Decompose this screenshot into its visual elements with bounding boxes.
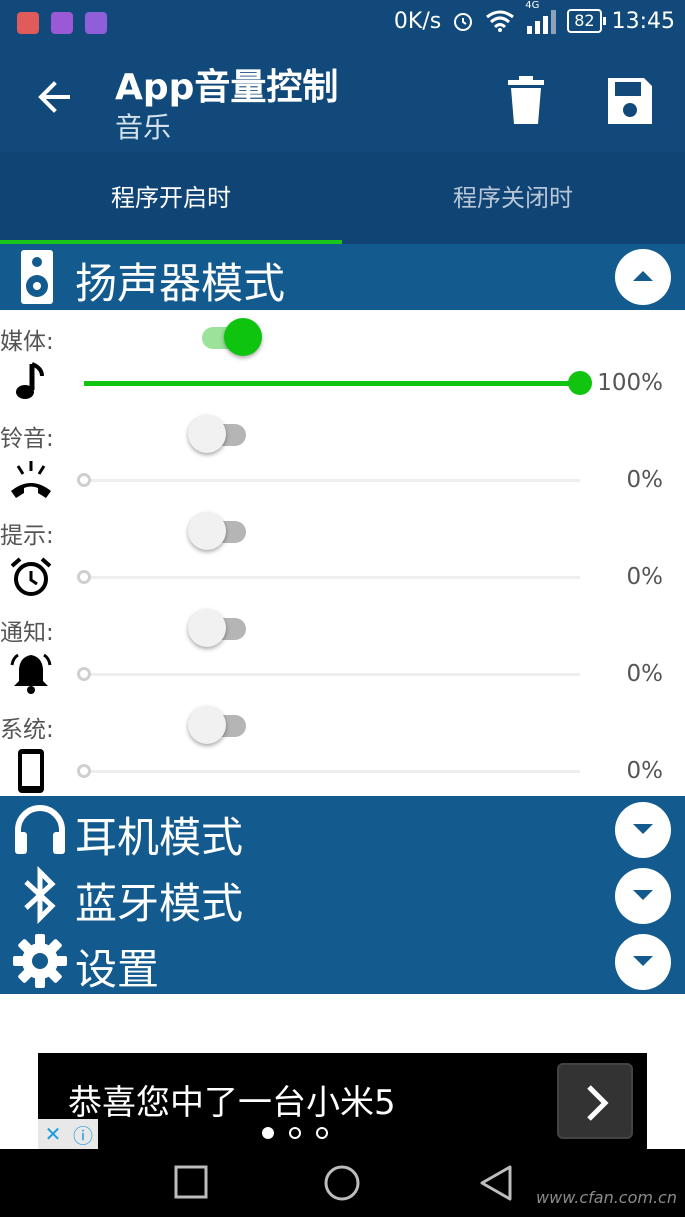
- network-type: 4G: [525, 0, 540, 11]
- section-title: 蓝牙模式: [75, 879, 244, 928]
- page-subtitle: 音乐: [115, 111, 172, 144]
- section-title: 设置: [75, 945, 160, 994]
- home-icon[interactable]: [322, 1163, 362, 1203]
- gallery-notification-icon: [51, 12, 73, 34]
- tab-program-close[interactable]: 程序关闭时: [342, 152, 684, 244]
- pager-dot: [262, 1127, 274, 1139]
- volume-slider[interactable]: [76, 371, 592, 395]
- recent-apps-icon[interactable]: [172, 1163, 212, 1203]
- volume-toggle[interactable]: [188, 510, 248, 550]
- back-arrow-icon[interactable]: [34, 74, 74, 120]
- tab-bar: 程序开启时 程序关闭时: [0, 152, 685, 244]
- chevron-right-icon: [587, 1085, 609, 1121]
- volume-percent: 100%: [597, 370, 663, 396]
- signal-icon: 4G: [525, 0, 557, 34]
- ad-pager: [262, 1127, 328, 1139]
- chevron-up-icon: [633, 271, 653, 281]
- bluetooth-icon: [24, 866, 56, 924]
- volume-row-label: 系统:: [0, 717, 54, 743]
- clock: 13:45: [611, 8, 675, 34]
- ringing-phone-icon: [8, 457, 54, 503]
- section-speaker-mode[interactable]: 扬声器模式: [0, 244, 685, 310]
- volume-percent: 0%: [626, 758, 664, 784]
- section-settings[interactable]: 设置: [0, 928, 685, 994]
- section-bluetooth-mode[interactable]: 蓝牙模式: [0, 862, 685, 928]
- ad-text: 恭喜您中了一台小米5: [68, 1083, 396, 1123]
- volume-toggle[interactable]: [188, 704, 248, 744]
- volume-row-label: 铃音:: [0, 426, 54, 452]
- ad-close-icon[interactable]: ✕: [38, 1119, 68, 1149]
- volume-percent: 0%: [626, 661, 664, 687]
- app-bar: App音量控制 音乐: [0, 46, 685, 152]
- network-speed: 0K/s: [393, 8, 442, 34]
- pager-dot: [289, 1127, 301, 1139]
- phone-device-icon: [8, 748, 54, 794]
- ad-banner[interactable]: 恭喜您中了一台小米5: [38, 1053, 647, 1149]
- volume-toggle[interactable]: [188, 413, 248, 453]
- headphones-icon: [15, 805, 65, 854]
- volume-toggle[interactable]: [188, 316, 262, 356]
- volume-toggle[interactable]: [188, 607, 248, 647]
- gear-icon: [13, 934, 67, 988]
- wifi-icon: [486, 10, 515, 32]
- section-headphone-mode[interactable]: 耳机模式: [0, 796, 685, 862]
- section-title: 耳机模式: [75, 813, 244, 862]
- volume-percent: 0%: [626, 564, 664, 590]
- back-nav-icon[interactable]: [476, 1163, 516, 1203]
- volume-row-label: 通知:: [0, 620, 54, 646]
- volume-percent: 0%: [626, 467, 664, 493]
- ad-badge[interactable]: ✕ ⓘ: [38, 1119, 98, 1149]
- music-note-icon: [8, 360, 54, 406]
- delete-icon[interactable]: [502, 74, 550, 126]
- bell-icon: [8, 651, 54, 697]
- ad-next-button[interactable]: [557, 1063, 633, 1139]
- section-title: 扬声器模式: [75, 259, 286, 308]
- volume-slider[interactable]: [76, 664, 586, 684]
- volume-slider[interactable]: [76, 470, 586, 490]
- volume-row-label: 提示:: [0, 523, 54, 549]
- chevron-down-icon: [633, 956, 653, 966]
- save-icon[interactable]: [606, 74, 654, 126]
- chevron-down-icon: [633, 890, 653, 900]
- missed-call-notification-icon: [17, 12, 39, 34]
- navigation-bar: www.cfan.com.cn: [0, 1149, 685, 1217]
- expand-button[interactable]: [615, 868, 671, 924]
- alarm-clock-icon: [8, 554, 54, 600]
- keyboard-notification-icon: [85, 12, 107, 34]
- collapsed-sections: 耳机模式 蓝牙模式 设置: [0, 796, 685, 994]
- page-title: App音量控制: [115, 67, 339, 108]
- chevron-down-icon: [633, 824, 653, 834]
- status-bar: 0K/s 4G 82 13:45: [0, 0, 685, 46]
- volume-row-label: 媒体:: [0, 329, 54, 355]
- alarm-status-icon: [454, 13, 473, 31]
- expand-button[interactable]: [615, 934, 671, 990]
- watermark: www.cfan.com.cn: [536, 1188, 677, 1207]
- pager-dot: [316, 1127, 328, 1139]
- collapse-button[interactable]: [615, 249, 671, 305]
- speaker-icon: [21, 250, 53, 304]
- volume-slider[interactable]: [76, 567, 586, 587]
- tab-program-open[interactable]: 程序开启时: [0, 152, 342, 244]
- volume-slider[interactable]: [76, 761, 586, 781]
- battery-indicator: 82: [567, 9, 606, 33]
- expand-button[interactable]: [615, 802, 671, 858]
- ad-info-icon[interactable]: ⓘ: [68, 1119, 98, 1149]
